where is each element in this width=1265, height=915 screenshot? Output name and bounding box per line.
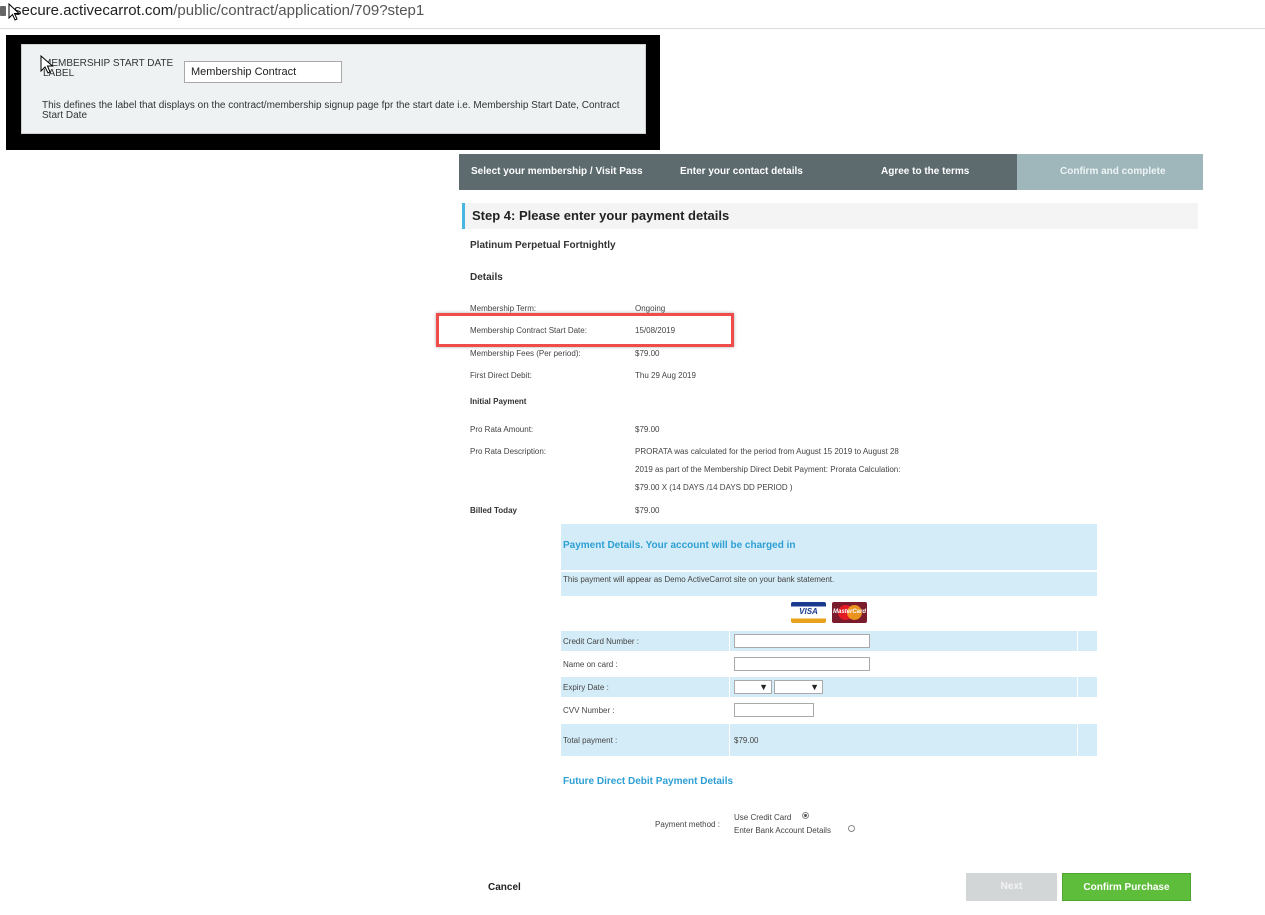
- radio-bank-account[interactable]: [848, 825, 855, 832]
- detail-value: Thu 29 Aug 2019: [635, 371, 696, 380]
- pro-rata-description-line: PRORATA was calculated for the period fr…: [635, 447, 899, 456]
- setting-screenshot-frame: MEMBERSHIP START DATE LABEL This defines…: [6, 35, 660, 150]
- detail-label: Membership Fees (Per period):: [470, 349, 581, 358]
- step-confirm-complete[interactable]: Confirm and complete: [1017, 154, 1203, 190]
- mastercard-icon: MasterCard: [832, 602, 867, 623]
- radio-use-credit-card[interactable]: [802, 812, 809, 819]
- name-on-card-label: Name on card :: [563, 660, 618, 669]
- url-text[interactable]: secure.activecarrot.com/public/contract/…: [14, 2, 424, 19]
- expiry-label: Expiry Date :: [563, 683, 609, 692]
- payment-method-label: Payment method :: [655, 820, 720, 829]
- step-progress-bar: Select your membership / Visit Pass Ente…: [459, 154, 1203, 190]
- dropdown-arrow-icon: ▼: [810, 682, 819, 692]
- payment-details-header: Payment Details. Your account will be ch…: [561, 524, 1097, 570]
- plan-name: Platinum Perpetual Fortnightly: [470, 240, 616, 251]
- expiry-year-select[interactable]: ▼: [774, 680, 823, 694]
- visa-card-icon: VISA: [791, 602, 826, 623]
- card-number-label: Credit Card Number :: [563, 637, 640, 646]
- step-agree-terms[interactable]: Agree to the terms: [859, 154, 1017, 190]
- name-on-card-row: Name on card :: [561, 654, 1097, 674]
- total-payment-value: $79.00: [734, 736, 759, 745]
- step-select-membership[interactable]: Select your membership / Visit Pass: [459, 154, 679, 190]
- card-number-row: Credit Card Number :: [561, 631, 1097, 651]
- detail-value: $79.00: [635, 349, 660, 358]
- detail-label: First Direct Debit:: [470, 371, 532, 380]
- details-heading: Details: [470, 272, 503, 283]
- cvv-row: CVV Number :: [561, 700, 1097, 721]
- cancel-button[interactable]: Cancel: [488, 882, 521, 893]
- dropdown-arrow-icon: ▼: [759, 682, 768, 692]
- detail-label: Membership Term:: [470, 304, 537, 313]
- cvv-input[interactable]: [734, 703, 814, 717]
- confirm-purchase-button[interactable]: Confirm Purchase: [1062, 873, 1191, 901]
- pro-rata-description-line: 2019 as part of the Membership Direct De…: [635, 465, 901, 474]
- option-credit-card-label: Use Credit Card: [734, 813, 792, 822]
- next-button[interactable]: Next: [966, 873, 1057, 901]
- card-number-input[interactable]: [734, 634, 870, 648]
- detail-value: Ongoing: [635, 304, 666, 313]
- billed-today-label: Billed Today: [470, 506, 517, 515]
- pro-rata-amount-label: Pro Rata Amount:: [470, 425, 534, 434]
- step-heading: Step 4: Please enter your payment detail…: [462, 203, 1198, 229]
- name-on-card-input[interactable]: [734, 657, 870, 671]
- expiry-month-select[interactable]: ▼: [734, 680, 772, 694]
- cvv-label: CVV Number :: [563, 706, 615, 715]
- future-dd-heading: Future Direct Debit Payment Details: [563, 776, 734, 787]
- payment-statement-note: This payment will appear as Demo ActiveC…: [561, 572, 1097, 596]
- expiry-row: Expiry Date : ▼ ▼: [561, 677, 1097, 697]
- highlight-box: [436, 313, 734, 347]
- mouse-cursor-icon: [8, 3, 20, 21]
- setting-description: This defines the label that displays on …: [42, 100, 620, 121]
- option-bank-account-label: Enter Bank Account Details: [734, 826, 831, 835]
- mouse-cursor-icon: [40, 55, 54, 74]
- total-payment-label: Total payment :: [563, 736, 618, 745]
- pro-rata-description-line: $79.00 X (14 DAYS /14 DAYS DD PERIOD ): [635, 483, 793, 492]
- address-bar[interactable]: secure.activecarrot.com/public/contract/…: [0, 0, 1265, 29]
- start-date-label-input[interactable]: [184, 61, 342, 83]
- billed-today-value: $79.00: [635, 506, 660, 515]
- total-payment-row: Total payment : $79.00: [561, 724, 1097, 756]
- step-contact-details[interactable]: Enter your contact details: [679, 154, 859, 190]
- initial-payment-heading: Initial Payment: [470, 397, 527, 406]
- setting-panel: MEMBERSHIP START DATE LABEL This defines…: [21, 44, 646, 134]
- setting-label: MEMBERSHIP START DATE LABEL: [43, 58, 174, 79]
- pro-rata-description-label: Pro Rata Description:: [470, 447, 547, 456]
- pro-rata-amount-value: $79.00: [635, 425, 660, 434]
- lock-icon: [0, 6, 6, 16]
